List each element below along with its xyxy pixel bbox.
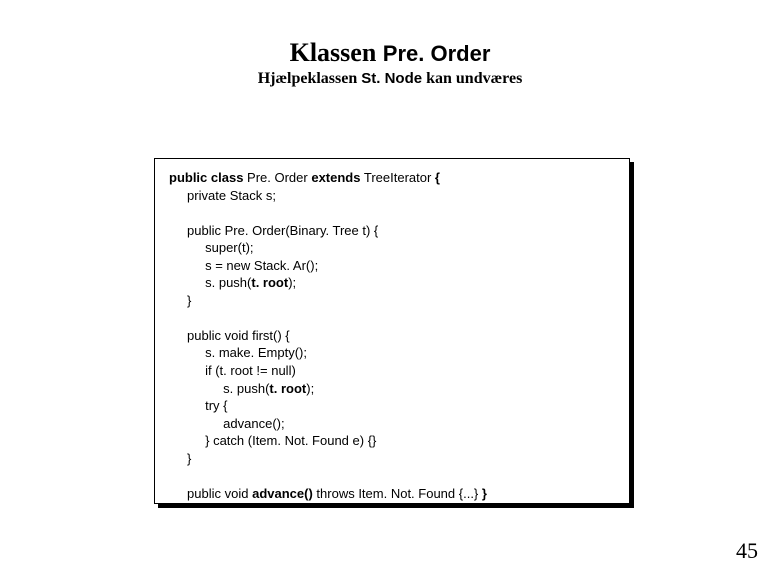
title-part2: Pre. Order: [383, 41, 491, 66]
code-l16c: throws Item. Not. Found {...}: [313, 486, 482, 501]
code-l6a: s. push(: [169, 275, 251, 290]
title-part1: Klassen: [290, 38, 383, 67]
code-l5: s = new Stack. Ar();: [169, 257, 615, 275]
code-l13: advance();: [169, 415, 615, 433]
slide-subtitle: Hjælpeklassen St. Node kan undværes: [0, 70, 780, 88]
code-l14: } catch (Item. Not. Found e) {}: [169, 432, 615, 450]
code-l2: private Stack s;: [169, 187, 615, 205]
code-l16a: public void: [169, 486, 252, 501]
code-box: public class Pre. Order extends TreeIter…: [154, 158, 630, 504]
code-blank2: [169, 309, 615, 327]
code-l6c: );: [288, 275, 296, 290]
code-l1d: TreeIterator: [360, 170, 434, 185]
code-l11b: t. root: [269, 381, 306, 396]
code-blank3: [169, 467, 615, 485]
code-l12: try {: [169, 397, 615, 415]
slide: Klassen Pre. Order Hjælpeklassen St. Nod…: [0, 38, 780, 578]
code-l16b: advance(): [252, 486, 313, 501]
code-l1c: extends: [311, 170, 360, 185]
code-l1b: Pre. Order: [243, 170, 311, 185]
code-l3: public Pre. Order(Binary. Tree t) {: [169, 222, 615, 240]
subtitle-part1: Hjælpeklassen: [258, 70, 362, 87]
code-l16d: }: [482, 486, 487, 501]
code-l11a: s. push(: [169, 381, 269, 396]
code-blank1: [169, 204, 615, 222]
code-l15: }: [169, 450, 615, 468]
code-l4: super(t);: [169, 239, 615, 257]
code-l6b: t. root: [251, 275, 288, 290]
page-number: 45: [736, 538, 758, 564]
subtitle-part3: kan undværes: [426, 70, 522, 87]
code-l9: s. make. Empty();: [169, 344, 615, 362]
code-l8: public void first() {: [169, 327, 615, 345]
code-l1a: public class: [169, 170, 243, 185]
slide-title: Klassen Pre. Order: [0, 38, 780, 68]
code-l1e: {: [435, 170, 440, 185]
code-l11c: );: [306, 381, 314, 396]
code-l7: }: [169, 292, 615, 310]
code-l10: if (t. root != null): [169, 362, 615, 380]
subtitle-part2: St. Node: [361, 70, 422, 87]
